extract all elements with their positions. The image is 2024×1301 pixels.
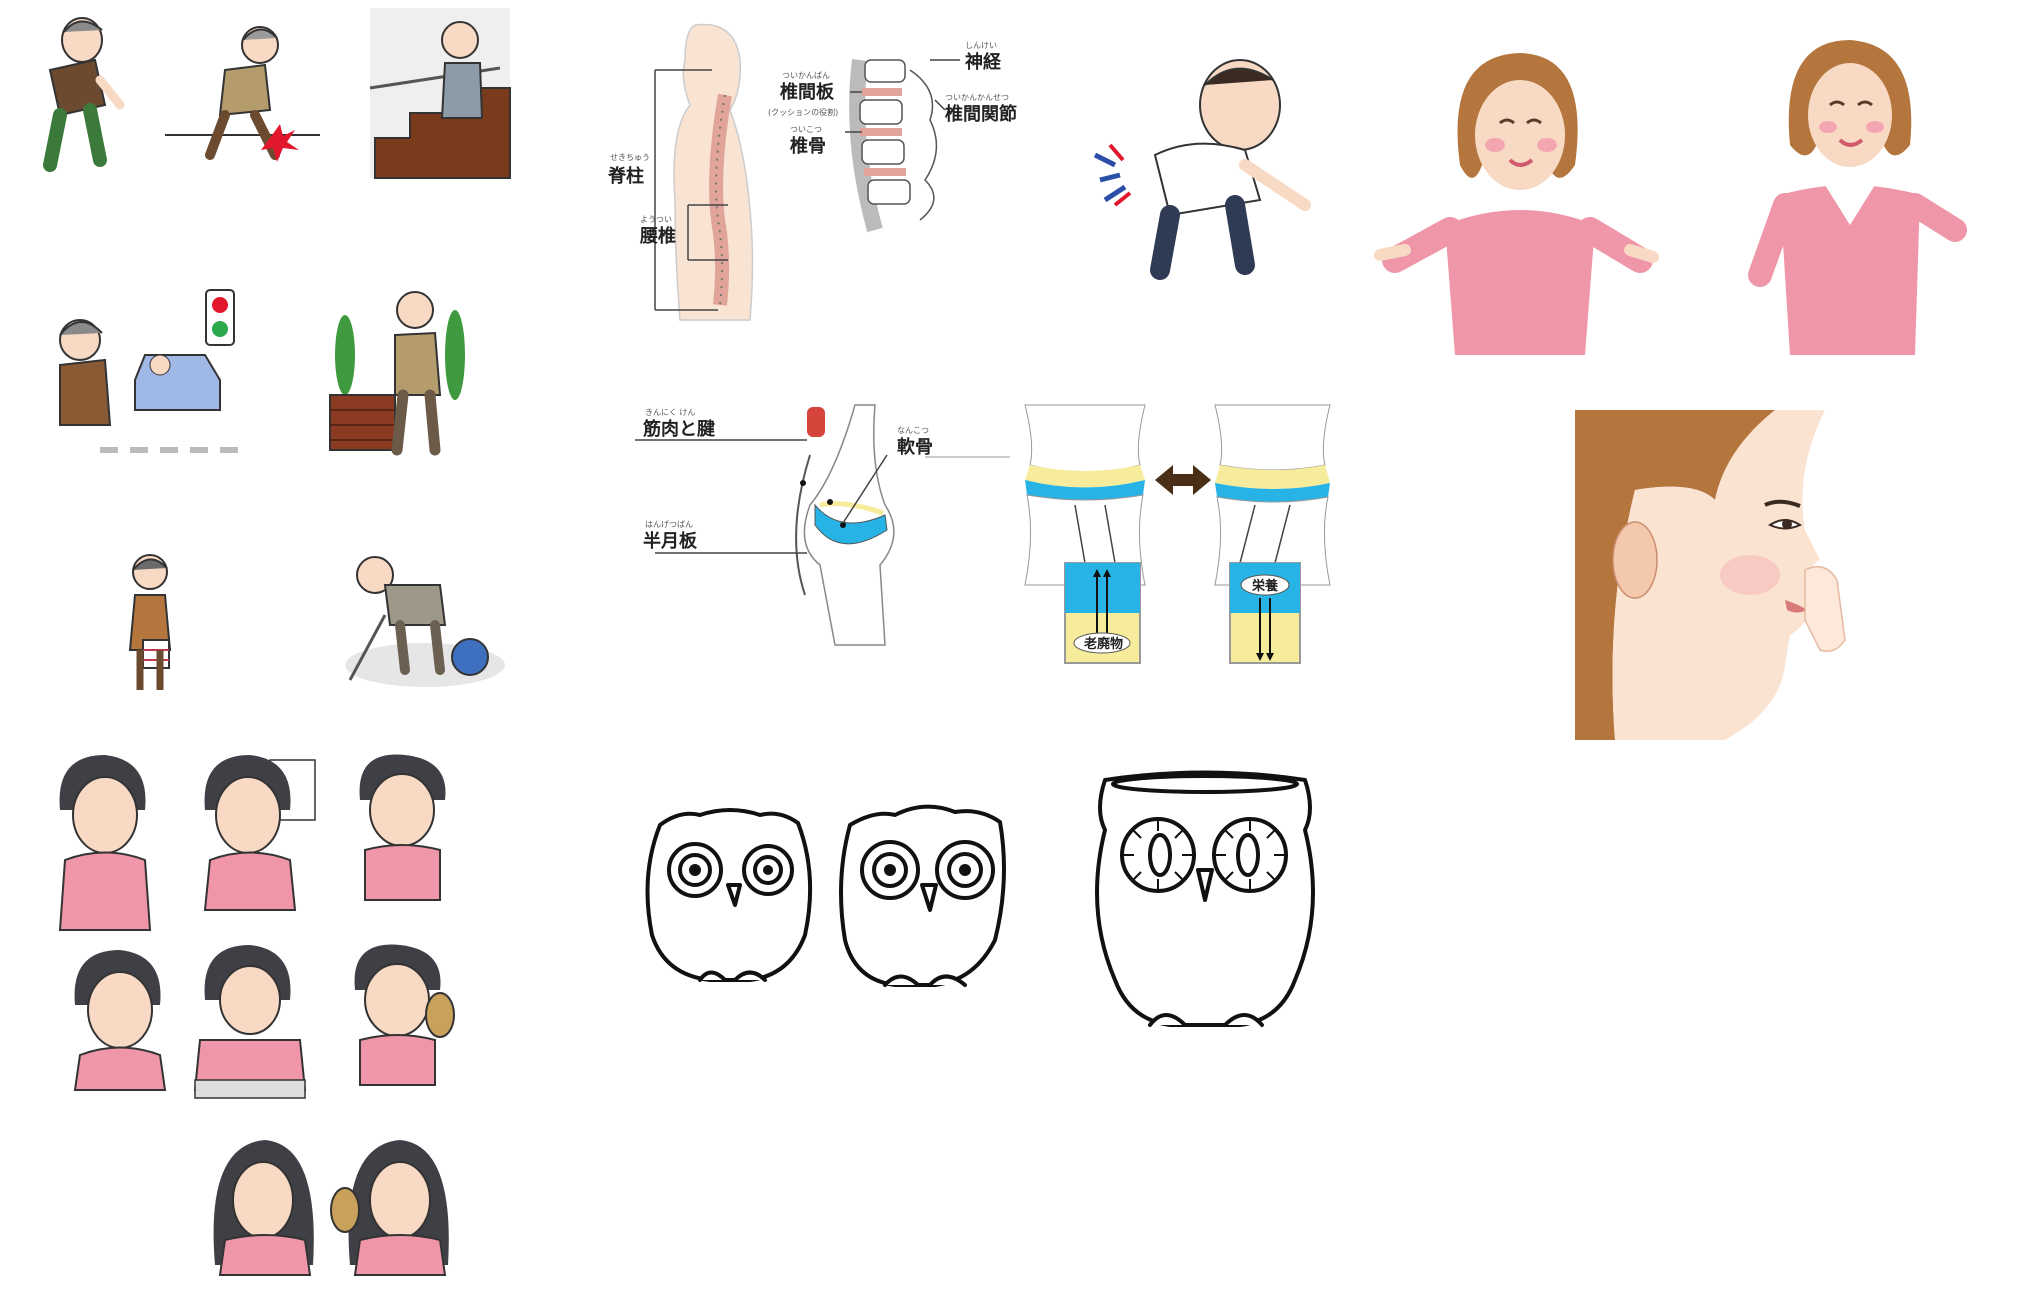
knee-diagram: きんにく けん 筋肉と腱 なんこつ 軟骨 はんげつばん 半月板 老廃物 栄養 [635,395,1331,670]
joint-compressed [1024,404,1146,586]
man-back-pain-illustration [1093,55,1335,280]
waste-box: 老廃物 [1064,562,1141,664]
knee-side-view [795,404,895,646]
woman-long-hair-sad [213,1140,314,1276]
owl-outline-front-illustration [640,805,820,995]
elderly-man-bending-illustration [20,10,130,172]
illustration-collage: { "spine_diagram": { "labels": { "spine"… [0,0,2024,1301]
facet-label: 椎間関節 [945,103,1017,125]
nutrition-box: 栄養 [1229,562,1301,664]
older-woman-with-mirror [354,944,455,1086]
meniscus-ruby: はんげつばん [645,520,693,529]
elderly-woman-carrying-bag-illustration [115,550,195,695]
elderly-woman-car-illustration [40,285,240,460]
meniscus-label: 半月板 [643,530,698,552]
owl-vase-right-eye [1212,817,1288,893]
women-skin-worry-grid-illustration [45,750,490,1280]
owl-outline-side-illustration [830,800,1015,1000]
disc-label: 椎間板 [780,81,835,103]
woman-touching-face-1 [58,755,152,931]
elderly-man-by-wall-illustration [325,285,495,460]
woman-long-hair-mirror [330,1140,449,1276]
woman-whispering-profile-illustration [1575,410,1905,740]
older-woman-worried [359,754,446,901]
nutrition-label: 栄養 [1251,578,1278,594]
facet-ruby: ついかんかんせつ [945,93,1009,102]
spine-diagram: せきちゅう 脊柱 ようつい 腰椎 ついかんばん 椎間板 (クッションの役割) つ… [600,20,1040,321]
owl-vase-left-eye [1120,817,1196,893]
cartilage-ruby: なんこつ [897,426,929,435]
woman-shrugging-illustration-2 [1720,35,1980,355]
disc-ruby: ついかんばん [782,71,830,80]
waste-label: 老廃物 [1083,636,1123,652]
owl-vase-outline-illustration [1090,770,1320,1050]
muscle-label: 筋肉と腱 [643,418,716,440]
spine-label: 脊柱 [607,165,644,187]
elderly-man-vacuuming-illustration [330,545,505,695]
woman-washing-dishes [193,945,307,1099]
elderly-woman-tripping-illustration [165,20,320,170]
double-arrow [1155,465,1211,495]
woman-shrugging-illustration-1 [1374,45,1659,355]
vertebra-ruby: ついこつ [790,125,822,134]
spine-ruby: せきちゅう [610,153,650,162]
nerve-label: 神経 [965,51,1002,73]
nerve-ruby: しんけい [965,41,997,50]
lumbar-label: 腰椎 [639,225,676,247]
vertebra-label: 椎骨 [790,135,826,157]
joint-relaxed [1214,404,1331,586]
disc-note: (クッションの役割) [768,107,838,117]
woman-headache-calendar [203,755,316,911]
elderly-man-on-stairs-illustration [369,8,511,179]
vertebrae-closeup [849,59,938,233]
lumbar-ruby: ようつい [640,215,672,224]
muscle-ruby: きんにく けん [645,408,695,417]
cartilage-label: 軟骨 [897,436,933,458]
woman-hand-on-chin [73,950,167,1091]
